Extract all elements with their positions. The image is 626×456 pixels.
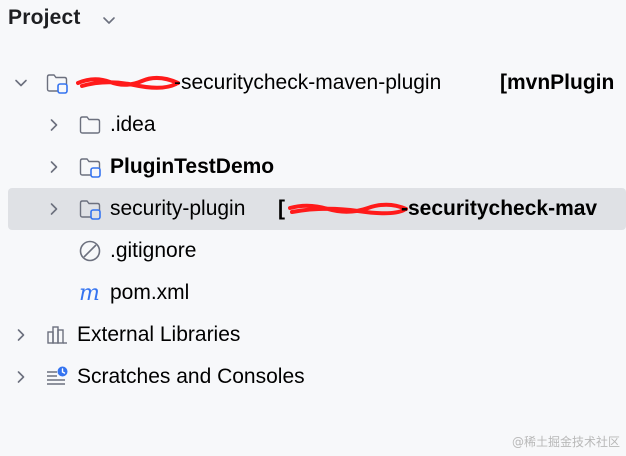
tree-item-label: PluginTestDemo [110, 155, 275, 178]
svg-text:m: m [79, 281, 100, 305]
scratches-icon [47, 366, 68, 385]
tree-row-root-module[interactable]: -securitycheck-maven-plugin [mvnPlugin [0, 62, 626, 104]
module-bracket: [ [278, 197, 285, 220]
tree-row-security-plugin[interactable]: security-plugin [ -securitycheck-mav [8, 188, 626, 230]
ignored-file-icon [79, 240, 101, 262]
module-folder-icon [79, 200, 101, 220]
tree-item-label: pom.xml [110, 281, 190, 304]
chevron-right-icon[interactable] [14, 328, 28, 342]
tree-item-label: .idea [110, 113, 156, 136]
tree-item-label: .gitignore [110, 239, 197, 262]
tool-window-title[interactable]: Project [8, 6, 81, 30]
tree-item-label: security-plugin [110, 197, 246, 220]
module-folder-icon [79, 158, 101, 178]
tree-item-label: External Libraries [77, 323, 241, 346]
folder-icon [79, 116, 101, 134]
redaction-scribble [76, 76, 180, 90]
maven-icon: m [79, 281, 100, 305]
watermark: @稀土掘金技术社区 [511, 435, 620, 449]
project-tool-window-header: Project [0, 0, 626, 40]
tree-row-gitignore[interactable]: .gitignore [0, 230, 626, 272]
chevron-right-icon[interactable] [47, 118, 61, 132]
chevron-down-icon[interactable] [101, 12, 117, 28]
tree-row-external-libraries[interactable]: External Libraries [0, 314, 626, 356]
tree-row-pom[interactable]: m pom.xml [0, 272, 626, 314]
tree-item-label: Scratches and Consoles [77, 365, 305, 388]
root-module-label: -securitycheck-maven-plugin [174, 71, 442, 94]
chevron-right-icon[interactable] [47, 202, 61, 216]
chevron-right-icon[interactable] [14, 370, 28, 384]
tree-row-plugintestdemo[interactable]: PluginTestDemo [0, 146, 626, 188]
chevron-right-icon[interactable] [47, 160, 61, 174]
module-folder-icon [46, 74, 68, 94]
redaction-scribble [288, 202, 408, 216]
chevron-down-icon[interactable] [14, 76, 28, 90]
tree-row-idea[interactable]: .idea [0, 104, 626, 146]
security-plugin-module: -securitycheck-mav [401, 197, 598, 220]
tree-row-scratches[interactable]: Scratches and Consoles [0, 356, 626, 398]
library-icon [47, 326, 67, 344]
root-module-name: [mvnPlugin [500, 71, 615, 94]
